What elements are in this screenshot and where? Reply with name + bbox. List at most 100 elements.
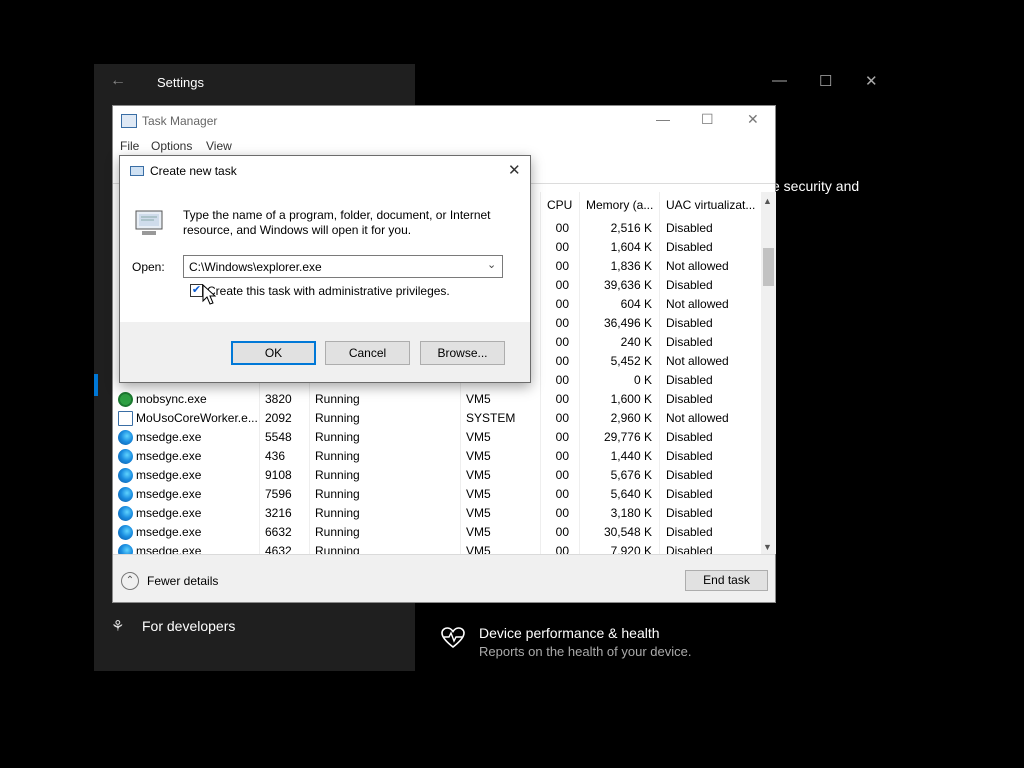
process-pid: 2092 [265, 411, 292, 425]
open-combobox[interactable]: C:\Windows\explorer.exe ⌄ [183, 255, 503, 278]
back-arrow-icon[interactable]: ← [110, 72, 126, 90]
process-memory: 2,960 K [610, 411, 652, 425]
process-uac: Not allowed [666, 259, 729, 273]
process-status: Running [315, 468, 360, 482]
process-cpu: 00 [555, 221, 569, 235]
mouse-cursor-icon [202, 284, 217, 305]
dialog-button-bar: OK Cancel Browse... [120, 322, 530, 382]
menu-file[interactable]: File [120, 139, 139, 153]
process-uac: Disabled [666, 449, 713, 463]
process-name: msedge.exe [136, 430, 202, 444]
minimize-icon[interactable]: — [656, 111, 670, 127]
process-status: Running [315, 487, 360, 501]
process-uac: Not allowed [666, 354, 729, 368]
process-uac: Disabled [666, 221, 713, 235]
process-memory: 5,452 K [610, 354, 652, 368]
process-status: Running [315, 449, 360, 463]
settings-partial-text: e security and [772, 178, 860, 194]
scrollbar-thumb[interactable] [763, 248, 774, 286]
table-row[interactable]: msedge.exe 4632 Running VM5 00 7,920 K Disable… [113, 542, 761, 554]
process-status: Running [315, 506, 360, 520]
process-pid: 9108 [265, 468, 292, 482]
process-memory: 5,640 K [610, 487, 652, 501]
ok-button[interactable]: OK [231, 341, 316, 365]
process-cpu: 00 [555, 240, 569, 254]
process-memory: 36,496 K [603, 316, 652, 330]
cancel-button[interactable]: Cancel [325, 341, 410, 365]
dialog-titlebar[interactable]: Create new task ✕ [120, 156, 530, 186]
chevron-up-icon[interactable]: ⌃ [121, 572, 139, 590]
process-uac: Disabled [666, 544, 713, 554]
browse-button[interactable]: Browse... [420, 341, 505, 365]
device-health-title[interactable]: Device performance & health [479, 625, 660, 641]
table-row[interactable]: msedge.exe 6632 Running VM5 00 30,548 K Disabl… [113, 523, 761, 542]
process-pid: 4632 [265, 544, 292, 554]
nav-item-for-developers[interactable]: For developers [142, 618, 235, 634]
table-row[interactable]: msedge.exe 3216 Running VM5 00 3,180 K Disable… [113, 504, 761, 523]
process-user: VM5 [466, 525, 491, 539]
fewer-details-link[interactable]: Fewer details [147, 574, 218, 588]
process-memory: 30,548 K [603, 525, 652, 539]
scroll-down-icon[interactable]: ▼ [763, 542, 772, 552]
dialog-title: Create new task [150, 164, 237, 178]
edge-browser-icon [118, 487, 133, 502]
table-row[interactable]: msedge.exe 7596 Running VM5 00 5,640 K Disable… [113, 485, 761, 504]
menu-options[interactable]: Options [151, 139, 192, 153]
close-icon[interactable]: ✕ [865, 72, 878, 90]
run-program-icon [135, 210, 163, 235]
column-header-uac[interactable]: UAC virtualizat... [659, 192, 761, 218]
process-user: VM5 [466, 468, 491, 482]
task-manager-titlebar[interactable]: Task Manager — ☐ ✕ [113, 106, 775, 136]
process-memory: 29,776 K [603, 430, 652, 444]
process-memory: 1,440 K [610, 449, 652, 463]
close-icon[interactable]: ✕ [747, 111, 759, 128]
table-row[interactable]: mobsync.exe 3820 Running VM5 00 1,600 K Disabl… [113, 390, 761, 409]
table-row[interactable]: msedge.exe 5548 Running VM5 00 29,776 K Disabl… [113, 428, 761, 447]
edge-browser-icon [118, 525, 133, 540]
maximize-icon[interactable]: ☐ [819, 72, 832, 90]
process-cpu: 00 [555, 544, 569, 554]
column-header-cpu[interactable]: CPU [540, 192, 578, 218]
process-list-scrollbar[interactable]: ▲ ▼ [761, 192, 776, 554]
process-pid: 6632 [265, 525, 292, 539]
task-manager-app-icon [121, 114, 137, 128]
maximize-icon[interactable]: ☐ [701, 111, 714, 128]
edge-browser-icon [118, 449, 133, 464]
column-header-memory[interactable]: Memory (a... [579, 192, 659, 218]
process-name: msedge.exe [136, 487, 202, 501]
scroll-up-icon[interactable]: ▲ [763, 196, 772, 206]
device-health-subtitle: Reports on the health of your device. [479, 644, 692, 659]
admin-privileges-label[interactable]: Create this task with administrative pri… [207, 284, 450, 298]
process-cpu: 00 [555, 449, 569, 463]
settings-title: Settings [157, 75, 204, 90]
process-uac: Disabled [666, 373, 713, 387]
nav-selection-indicator [94, 374, 98, 396]
end-task-button[interactable]: End task [685, 570, 768, 591]
close-icon[interactable]: ✕ [508, 161, 521, 179]
process-memory: 1,600 K [610, 392, 652, 406]
process-uac: Disabled [666, 506, 713, 520]
heart-pulse-icon [441, 627, 465, 649]
menu-view[interactable]: View [206, 139, 232, 153]
task-manager-footer: ⌃ Fewer details End task [113, 554, 775, 602]
edge-browser-icon [118, 506, 133, 521]
table-row[interactable]: msedge.exe 9108 Running VM5 00 5,676 K Disable… [113, 466, 761, 485]
process-user: VM5 [466, 506, 491, 520]
edge-browser-icon [118, 468, 133, 483]
process-name: msedge.exe [136, 506, 202, 520]
chevron-down-icon[interactable]: ⌄ [487, 258, 496, 271]
process-uac: Disabled [666, 468, 713, 482]
process-memory: 3,180 K [610, 506, 652, 520]
process-user: VM5 [466, 430, 491, 444]
open-field-value[interactable]: C:\Windows\explorer.exe [189, 260, 322, 274]
developer-tools-icon: ⚘ [111, 618, 125, 635]
table-row[interactable]: msedge.exe 436 Running VM5 00 1,440 K Disabled [113, 447, 761, 466]
process-pid: 5548 [265, 430, 292, 444]
process-uac: Disabled [666, 335, 713, 349]
process-cpu: 00 [555, 468, 569, 482]
minimize-icon[interactable]: — [772, 72, 787, 89]
process-pid: 3216 [265, 506, 292, 520]
process-cpu: 00 [555, 354, 569, 368]
table-row[interactable]: MoUsoCoreWorker.e... 2092 Running SYSTEM 00 2… [113, 409, 761, 428]
run-dialog-icon [130, 166, 144, 176]
